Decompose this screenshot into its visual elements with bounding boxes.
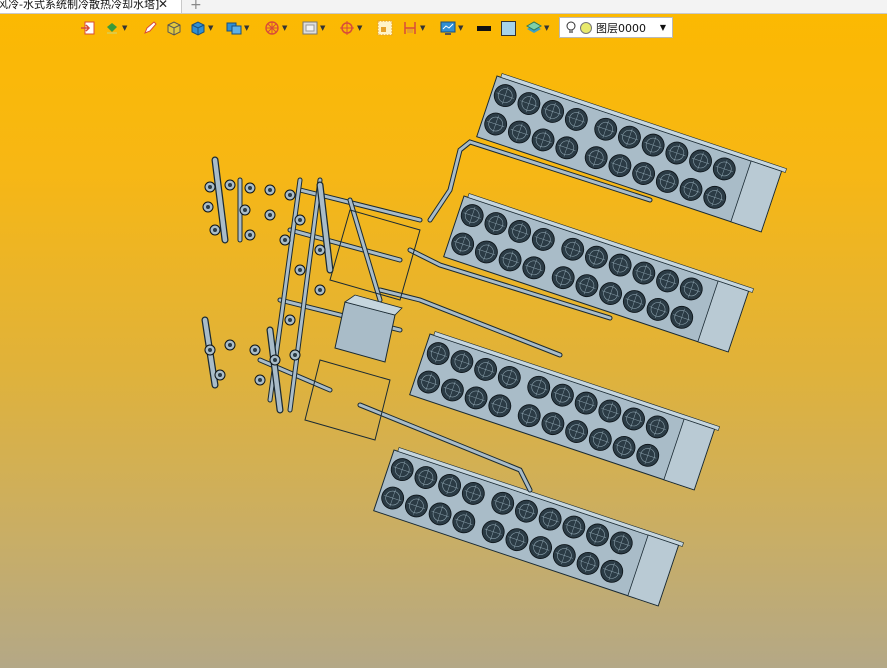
pipe-fill xyxy=(288,228,402,262)
chevron-down-icon[interactable]: ▼ xyxy=(420,24,425,32)
valve-core xyxy=(206,205,210,209)
valve-core xyxy=(288,193,292,197)
lightbulb-icon xyxy=(566,21,576,33)
cad-viewport[interactable] xyxy=(0,40,887,668)
valve-core xyxy=(213,228,217,232)
chevron-down-icon[interactable]: ▼ xyxy=(244,24,249,32)
valve-core xyxy=(318,288,322,292)
cube-blue-icon xyxy=(191,21,205,36)
monitor-button[interactable]: ▼ xyxy=(440,17,463,39)
valve-core xyxy=(218,373,222,377)
layers-button[interactable]: ▼ xyxy=(526,17,549,39)
document-tab-title: 风冷-水式系统制冷散热冷却水塔] xyxy=(0,0,160,11)
cooler-unit[interactable] xyxy=(476,72,787,233)
frame xyxy=(304,359,391,441)
sphere-grid-icon xyxy=(265,21,279,35)
valve-core xyxy=(248,233,252,237)
line-color-button[interactable] xyxy=(477,17,491,39)
equipment xyxy=(201,156,421,441)
chevron-down-icon[interactable]: ▼ xyxy=(320,24,325,32)
cube-stack-icon xyxy=(226,22,242,35)
pencil-icon xyxy=(144,21,157,34)
cube-stack-button[interactable]: ▼ xyxy=(226,17,249,39)
chevron-down-icon[interactable]: ▼ xyxy=(660,23,666,32)
valve-core xyxy=(248,186,252,190)
valve-core xyxy=(283,238,287,242)
valve-core xyxy=(253,348,257,352)
cube-yellow-icon xyxy=(167,21,181,36)
paint-bucket-icon xyxy=(107,23,117,34)
frame-button[interactable]: ▼ xyxy=(302,17,325,39)
sphere-grid-button[interactable]: ▼ xyxy=(264,17,287,39)
document-tab[interactable]: 风冷-水式系统制冷散热冷却水塔] ✕ xyxy=(0,0,182,13)
dimension-icon xyxy=(404,22,416,34)
layer-color-icon xyxy=(580,21,592,34)
valve-core xyxy=(208,185,212,189)
valve-core xyxy=(288,318,292,322)
chevron-down-icon[interactable]: ▼ xyxy=(544,24,549,32)
valve-core xyxy=(298,268,302,272)
valve-core xyxy=(293,353,297,357)
dotted-square-icon xyxy=(377,20,393,36)
exit-icon xyxy=(81,21,95,35)
cube-blue-button[interactable]: ▼ xyxy=(190,17,213,39)
target-button[interactable]: ▼ xyxy=(339,17,362,39)
frame-icon xyxy=(302,21,318,35)
chevron-down-icon[interactable]: ▼ xyxy=(357,24,362,32)
valve-core xyxy=(228,343,232,347)
valve-core xyxy=(318,248,322,252)
valve-core xyxy=(228,183,232,187)
pencil-button[interactable] xyxy=(142,17,158,39)
layer-name: 图层0000 xyxy=(596,21,646,35)
valve-core xyxy=(258,378,262,382)
chevron-down-icon[interactable]: ▼ xyxy=(122,24,127,32)
line-color-swatch xyxy=(477,25,491,31)
cooler-units xyxy=(373,72,787,607)
chevron-down-icon[interactable]: ▼ xyxy=(282,24,287,32)
valve-core xyxy=(268,188,272,192)
valve-core xyxy=(268,213,272,217)
chevron-down-icon[interactable]: ▼ xyxy=(458,24,463,32)
layer-select[interactable]: 图层0000 ▼ xyxy=(559,17,673,38)
select-region-button[interactable] xyxy=(377,17,393,39)
valve-core xyxy=(208,348,212,352)
valve-core xyxy=(298,218,302,222)
valve-core xyxy=(243,208,247,212)
fill-color-swatch xyxy=(501,20,516,36)
dimension-button[interactable]: ▼ xyxy=(402,17,425,39)
valve-core xyxy=(273,358,277,362)
new-tab-button[interactable]: + xyxy=(190,0,202,13)
fill-color-button[interactable] xyxy=(501,17,516,39)
paint-bucket-button[interactable]: ▼ xyxy=(104,17,127,39)
monitor-icon xyxy=(440,21,456,35)
tab-bar: 风冷-水式系统制冷散热冷却水塔] ✕ + xyxy=(0,0,887,14)
layers-icon xyxy=(526,21,542,33)
tab-close-button[interactable]: ✕ xyxy=(158,0,168,10)
cube-yellow-button[interactable] xyxy=(166,17,182,39)
target-icon xyxy=(340,21,354,35)
chevron-down-icon[interactable]: ▼ xyxy=(208,24,213,32)
exit-button[interactable] xyxy=(80,17,96,39)
